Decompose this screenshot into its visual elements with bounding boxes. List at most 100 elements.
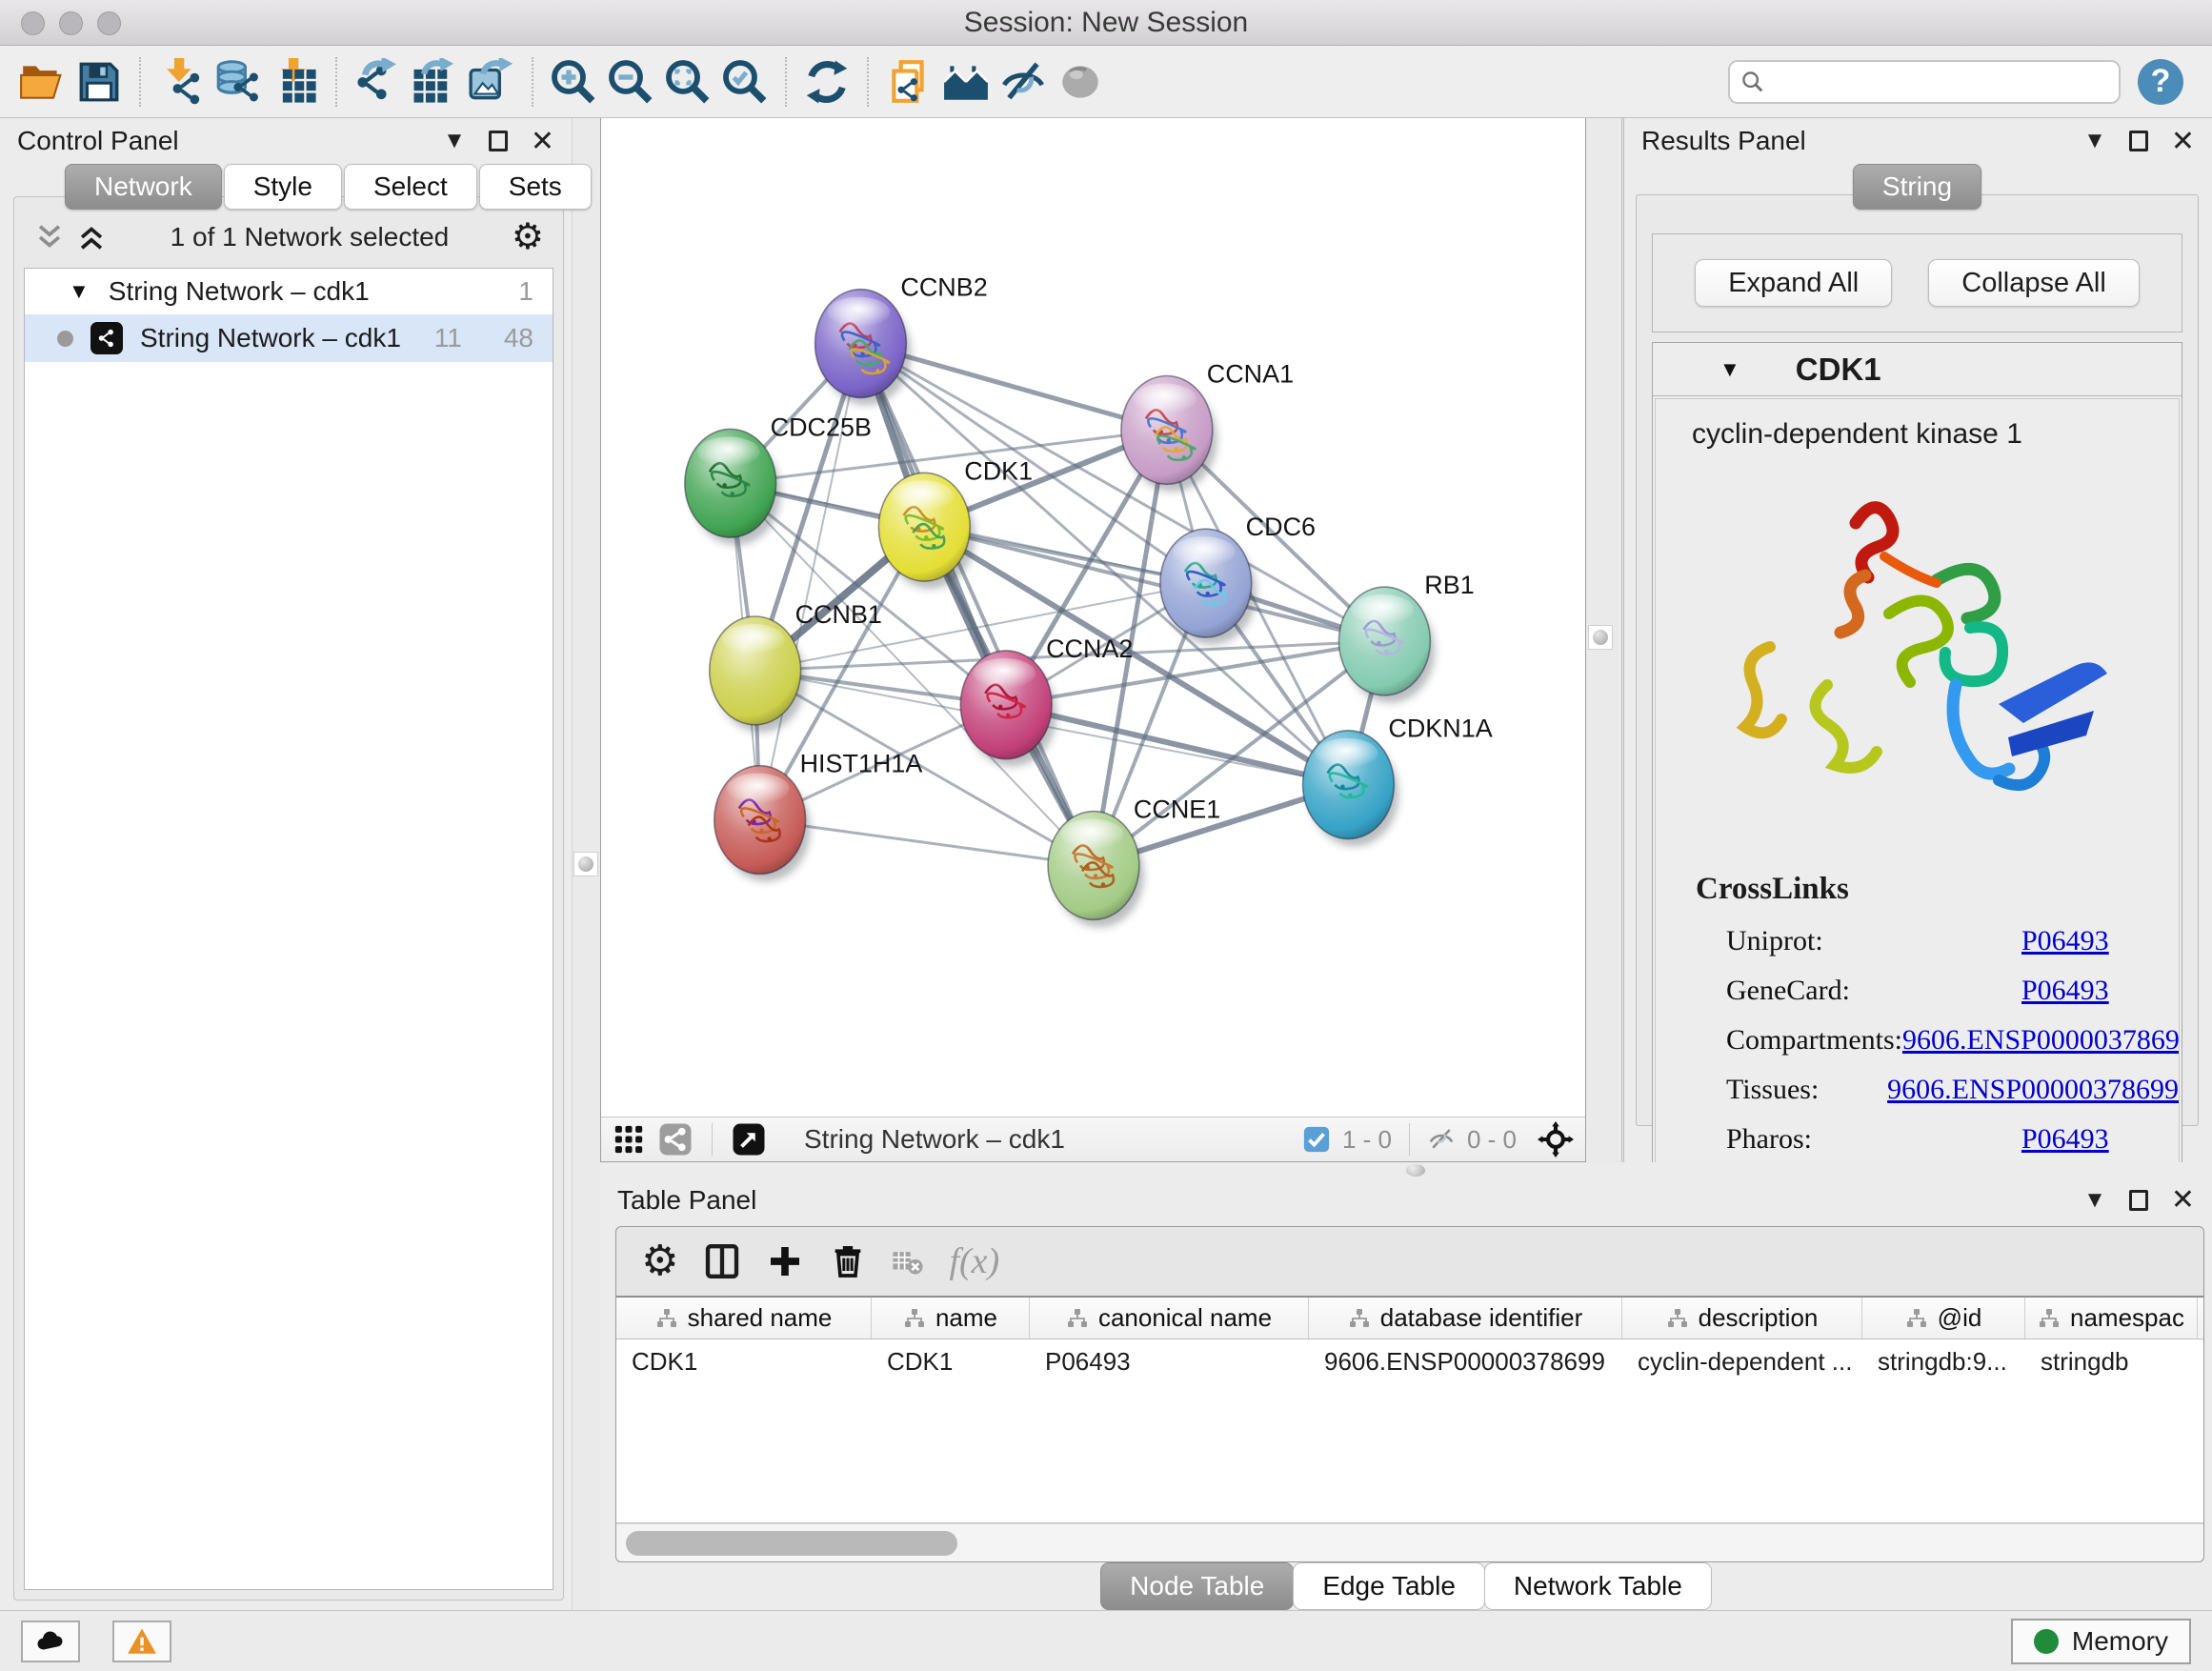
table-cell[interactable]: stringdb:9... bbox=[1862, 1339, 2025, 1383]
zoom-in-button[interactable] bbox=[545, 53, 602, 111]
save-session-button[interactable] bbox=[70, 53, 128, 111]
column-header-name[interactable]: name bbox=[872, 1298, 1030, 1339]
left-splitter-grip[interactable] bbox=[573, 852, 598, 876]
import-network-database-button[interactable] bbox=[210, 53, 267, 111]
zoom-out-button[interactable] bbox=[602, 53, 659, 111]
grid-view-icon[interactable] bbox=[613, 1123, 645, 1156]
network-view-icon[interactable] bbox=[658, 1122, 693, 1157]
search-input[interactable] bbox=[1774, 67, 2109, 96]
collapse-all-icon[interactable] bbox=[33, 221, 66, 253]
edge-CCNA2-CDKN1A[interactable] bbox=[1006, 705, 1348, 785]
delete-column-trash-icon[interactable] bbox=[829, 1242, 867, 1280]
warnings-button[interactable] bbox=[112, 1621, 171, 1662]
network-options-gear-icon[interactable]: ⚙ bbox=[512, 219, 544, 255]
search-field[interactable] bbox=[1728, 60, 2121, 104]
node-HIST1H1A[interactable] bbox=[714, 766, 811, 882]
table-cell[interactable]: P06493 bbox=[1030, 1339, 1309, 1383]
selected-checkbox-icon[interactable] bbox=[1302, 1125, 1331, 1154]
results-panel-menu-icon[interactable]: ▼ bbox=[2083, 128, 2106, 154]
export-image-button[interactable] bbox=[463, 53, 520, 111]
expand-all-button[interactable]: Expand All bbox=[1695, 259, 1892, 307]
expand-all-icon[interactable] bbox=[75, 221, 108, 253]
column-header-namespac[interactable]: namespac bbox=[2025, 1298, 2198, 1339]
table-cell[interactable]: CDK1 bbox=[872, 1339, 1030, 1383]
tab-network-table[interactable]: Network Table bbox=[1484, 1562, 1712, 1610]
minimize-window-button[interactable] bbox=[59, 11, 83, 35]
column-header-description[interactable]: description bbox=[1622, 1298, 1862, 1339]
crosslink-link[interactable]: P06493 bbox=[2021, 925, 2109, 957]
first-neighbors-button[interactable] bbox=[937, 53, 995, 111]
zoom-fit-button[interactable] bbox=[659, 53, 716, 111]
tab-edge-table[interactable]: Edge Table bbox=[1293, 1562, 1485, 1610]
memory-button[interactable]: Memory bbox=[2011, 1619, 2191, 1664]
crosslink-link[interactable]: P06493 bbox=[2021, 1123, 2109, 1156]
node-CCNB2[interactable] bbox=[815, 290, 912, 406]
right-splitter-grip[interactable] bbox=[1588, 625, 1613, 650]
cloud-status-button[interactable] bbox=[21, 1621, 80, 1662]
gene-disclosure-icon[interactable]: ▼ bbox=[1719, 357, 1740, 382]
node-CCNB1[interactable] bbox=[710, 616, 806, 733]
export-network-button[interactable] bbox=[349, 53, 406, 111]
crosslink-link[interactable]: 9606.ENSP00000378699 bbox=[1902, 1024, 2180, 1057]
column-header-database-identifier[interactable]: database identifier bbox=[1309, 1298, 1622, 1339]
tab-network[interactable]: Network bbox=[65, 164, 222, 210]
table-panel-menu-icon[interactable]: ▼ bbox=[2083, 1187, 2106, 1214]
show-all-button[interactable] bbox=[1052, 53, 1109, 111]
node-CDK1[interactable] bbox=[878, 473, 975, 589]
collapse-all-button[interactable]: Collapse All bbox=[1928, 259, 2140, 307]
hide-selected-button[interactable] bbox=[995, 53, 1052, 111]
table-options-gear-icon[interactable]: ⚙ bbox=[641, 1240, 678, 1282]
create-column-plus-icon[interactable] bbox=[766, 1242, 804, 1280]
network-row-selected[interactable]: String Network – cdk1 11 48 bbox=[25, 314, 553, 362]
refresh-view-button[interactable] bbox=[798, 53, 855, 111]
node-CCNA1[interactable] bbox=[1121, 375, 1217, 492]
table-row[interactable]: CDK1CDK1P064939606.ENSP00000378699cyclin… bbox=[616, 1339, 2203, 1383]
table-cell[interactable]: stringdb bbox=[2025, 1339, 2198, 1383]
node-CCNA2[interactable] bbox=[960, 651, 1056, 767]
left-splitter[interactable] bbox=[572, 118, 600, 1610]
table-panel-close-icon[interactable]: ✕ bbox=[2171, 1183, 2195, 1217]
results-panel-float-icon[interactable] bbox=[2129, 131, 2148, 151]
import-network-file-button[interactable] bbox=[152, 53, 210, 111]
tab-style[interactable]: Style bbox=[224, 164, 342, 210]
node-CDKN1A[interactable] bbox=[1303, 731, 1399, 847]
export-table-button[interactable] bbox=[406, 53, 463, 111]
fit-content-crosshair-icon[interactable] bbox=[1538, 1121, 1574, 1158]
table-cell[interactable]: 9606.ENSP00000378699 bbox=[1309, 1339, 1622, 1383]
scrollbar-thumb[interactable] bbox=[626, 1531, 957, 1556]
gene-section-header[interactable]: ▼ CDK1 bbox=[1653, 343, 2182, 396]
column-header-shared-name[interactable]: shared name bbox=[616, 1298, 872, 1339]
open-file-button[interactable] bbox=[13, 53, 70, 111]
clone-network-button[interactable] bbox=[880, 53, 937, 111]
network-collection-row[interactable]: ▼ String Network – cdk1 1 bbox=[25, 269, 553, 314]
table-cell[interactable]: CDK1 bbox=[616, 1339, 872, 1383]
help-button[interactable]: ? bbox=[2138, 59, 2183, 105]
import-table-file-button[interactable] bbox=[267, 53, 324, 111]
network-canvas[interactable]: CCNB2 CCNA1 CDC25B CDK1 CDC6 RB1 bbox=[601, 118, 1585, 1117]
right-splitter[interactable] bbox=[1586, 118, 1624, 1162]
control-panel-float-icon[interactable] bbox=[489, 131, 508, 151]
maximize-window-button[interactable] bbox=[97, 11, 121, 35]
tab-sets[interactable]: Sets bbox=[479, 164, 592, 210]
zoom-selected-button[interactable] bbox=[716, 53, 774, 111]
collection-disclosure-icon[interactable]: ▼ bbox=[69, 279, 90, 304]
horizontal-splitter[interactable] bbox=[600, 1162, 2212, 1178]
node-RB1[interactable] bbox=[1339, 587, 1436, 703]
close-window-button[interactable] bbox=[21, 11, 45, 35]
results-panel-close-icon[interactable]: ✕ bbox=[2171, 125, 2195, 158]
tab-select[interactable]: Select bbox=[344, 164, 477, 210]
crosslink-link[interactable]: P06493 bbox=[2021, 975, 2109, 1007]
birds-eye-view-icon[interactable] bbox=[732, 1122, 766, 1157]
horizontal-splitter-grip[interactable] bbox=[1406, 1164, 1425, 1177]
tab-node-table[interactable]: Node Table bbox=[1100, 1562, 1294, 1610]
node-CCNE1[interactable] bbox=[1048, 812, 1144, 928]
column-header-canonical-name[interactable]: canonical name bbox=[1030, 1298, 1309, 1339]
control-panel-close-icon[interactable]: ✕ bbox=[531, 125, 554, 158]
control-panel-menu-icon[interactable]: ▼ bbox=[443, 128, 466, 154]
tab-string[interactable]: String bbox=[1853, 164, 1981, 210]
hidden-eye-icon[interactable] bbox=[1427, 1125, 1456, 1154]
table-cell[interactable]: cyclin-dependent ... bbox=[1622, 1339, 1862, 1383]
table-horizontal-scrollbar[interactable] bbox=[616, 1523, 2203, 1561]
edge-CCNB2-CCNE1[interactable] bbox=[860, 344, 1094, 866]
column-header--id[interactable]: @id bbox=[1862, 1298, 2025, 1339]
